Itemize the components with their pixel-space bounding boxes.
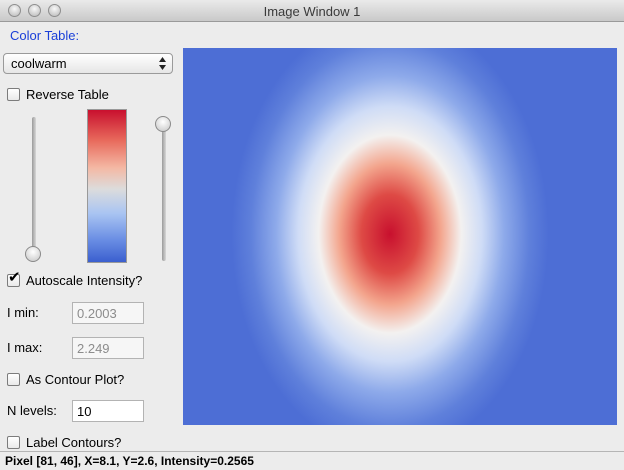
autoscale-label: Autoscale Intensity? bbox=[26, 273, 143, 288]
title-bar: Image Window 1 bbox=[0, 0, 624, 22]
nlevels-field[interactable]: 10 bbox=[72, 400, 144, 422]
checkmark-icon: ✔ bbox=[8, 269, 21, 286]
intensity-min-slider[interactable] bbox=[25, 115, 45, 265]
pixel-readout: Pixel [81, 46], X=8.1, Y=2.6, Intensity=… bbox=[5, 454, 254, 468]
contour-row[interactable]: As Contour Plot? bbox=[7, 372, 124, 387]
imin-label: I min: bbox=[7, 305, 39, 320]
label-contours-label: Label Contours? bbox=[26, 435, 122, 450]
nlevels-label: N levels: bbox=[7, 403, 57, 418]
intensity-max-slider[interactable] bbox=[155, 115, 175, 265]
autoscale-checkbox[interactable]: ✔ bbox=[7, 270, 21, 287]
window-title: Image Window 1 bbox=[263, 4, 361, 19]
reverse-table-label: Reverse Table bbox=[26, 87, 109, 102]
autoscale-row[interactable]: ✔ Autoscale Intensity? bbox=[7, 270, 143, 288]
reverse-table-row[interactable]: Reverse Table bbox=[7, 87, 109, 102]
reverse-table-checkbox[interactable] bbox=[7, 88, 20, 101]
imin-field[interactable]: 0.2003 bbox=[72, 302, 144, 324]
max-slider-knob[interactable] bbox=[155, 116, 171, 132]
select-arrows-icon bbox=[159, 57, 166, 70]
color-table-select[interactable]: coolwarm bbox=[3, 53, 173, 74]
status-bar: Pixel [81, 46], X=8.1, Y=2.6, Intensity=… bbox=[0, 451, 624, 470]
contour-label: As Contour Plot? bbox=[26, 372, 125, 387]
colormap-bar bbox=[87, 109, 127, 263]
color-table-label: Color Table: bbox=[10, 28, 80, 43]
color-table-value: coolwarm bbox=[11, 56, 67, 71]
imax-field[interactable]: 2.249 bbox=[72, 337, 144, 359]
label-contours-row[interactable]: Label Contours? bbox=[7, 435, 121, 450]
image-display[interactable] bbox=[183, 48, 617, 425]
imax-label: I max: bbox=[7, 340, 43, 355]
label-contours-checkbox[interactable] bbox=[7, 436, 20, 449]
contour-checkbox[interactable] bbox=[7, 373, 20, 386]
min-slider-knob[interactable] bbox=[25, 246, 41, 262]
